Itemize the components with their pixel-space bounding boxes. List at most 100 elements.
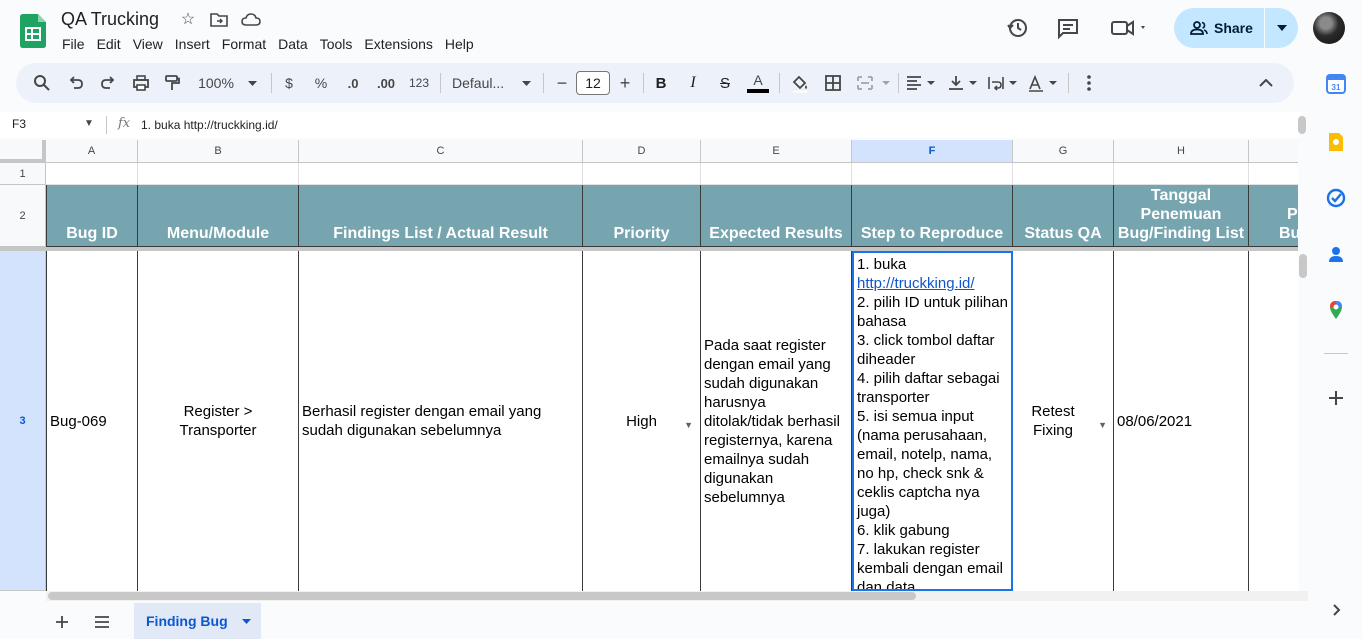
cell-f1[interactable] (852, 163, 1013, 185)
menu-edit[interactable]: Edit (91, 35, 127, 55)
sheet-tab-menu-icon[interactable] (241, 618, 251, 624)
cell-i1[interactable] (1249, 163, 1298, 185)
header-step-to-reproduce[interactable]: Step to Reproduce (852, 185, 1013, 247)
decrease-font-size-button[interactable]: − (553, 63, 571, 103)
tasks-icon[interactable] (1326, 188, 1346, 208)
font-dropdown-icon[interactable] (519, 63, 533, 103)
menu-insert[interactable]: Insert (169, 35, 216, 55)
column-header-e[interactable]: E (701, 140, 852, 163)
text-rotation-icon[interactable] (1026, 63, 1062, 103)
cell-e1[interactable] (701, 163, 852, 185)
zoom-dropdown-icon[interactable] (245, 63, 259, 103)
cell-bug-id[interactable]: Bug-069 (46, 251, 138, 591)
calendar-icon[interactable]: 31 (1326, 74, 1346, 94)
avatar[interactable] (1313, 12, 1345, 44)
sheet-tab-finding-bug[interactable]: Finding Bug (134, 603, 261, 639)
vertical-scroll-thumb-frozen[interactable] (1298, 116, 1306, 134)
name-box[interactable]: F3 (12, 117, 26, 131)
column-header-b[interactable]: B (138, 140, 299, 163)
menu-view[interactable]: View (127, 35, 169, 55)
share-main[interactable]: Share (1174, 8, 1264, 48)
row-header-3[interactable]: 3 (0, 251, 46, 591)
truckking-link[interactable]: http://truckking.id/ (857, 274, 1008, 293)
column-header-a[interactable]: A (46, 140, 138, 163)
cell-a1[interactable] (46, 163, 138, 185)
all-sheets-icon[interactable] (93, 614, 111, 630)
redo-icon[interactable] (96, 63, 120, 103)
formula-input[interactable]: 1. buka http://truckking.id/ (141, 118, 278, 132)
row-header-1[interactable]: 1 (0, 163, 46, 185)
contacts-icon[interactable] (1326, 244, 1346, 264)
comments-icon[interactable] (1056, 16, 1080, 40)
menu-extensions[interactable]: Extensions (358, 35, 438, 55)
undo-icon[interactable] (64, 63, 88, 103)
currency-format-button[interactable]: $ (279, 63, 299, 103)
font-select[interactable]: Defaul... (452, 63, 516, 103)
header-menu-module[interactable]: Menu/Module (138, 185, 299, 247)
cloud-saved-icon[interactable] (241, 11, 261, 29)
cell-c1[interactable] (299, 163, 583, 185)
header-partial[interactable]: Pe Bug/ (1249, 185, 1298, 247)
column-header-d[interactable]: D (583, 140, 701, 163)
keep-icon[interactable] (1326, 132, 1346, 152)
header-tanggal[interactable]: Tanggal Penemuan Bug/Finding List (1114, 185, 1249, 247)
borders-icon[interactable] (821, 63, 845, 103)
menu-help[interactable]: Help (439, 35, 480, 55)
document-title[interactable]: QA Trucking (61, 9, 159, 30)
meet-camera-icon[interactable] (1110, 16, 1150, 40)
increase-font-size-button[interactable]: + (616, 63, 634, 103)
text-wrapping-icon[interactable] (986, 63, 1022, 103)
cell-status-qa[interactable]: Retest Fixing ▼ (1013, 251, 1114, 591)
cell-tanggal[interactable]: 08/06/2021 (1114, 251, 1249, 591)
print-icon[interactable] (129, 63, 153, 103)
column-header-h[interactable]: H (1114, 140, 1249, 163)
star-icon[interactable]: ☆ (178, 11, 198, 29)
increase-decimal-button[interactable]: .00 (371, 63, 401, 103)
cell-d1[interactable] (583, 163, 701, 185)
decrease-decimal-button[interactable]: .0 (339, 63, 367, 103)
horizontal-scroll-thumb[interactable] (48, 592, 916, 600)
version-history-icon[interactable] (1006, 16, 1030, 40)
add-sheet-icon[interactable] (54, 614, 70, 630)
text-color-button[interactable]: A (746, 63, 770, 103)
cell-steps-selected[interactable]: 1. buka http://truckking.id/ 2. pilih ID… (852, 251, 1013, 591)
maps-icon[interactable] (1326, 300, 1346, 320)
percent-format-button[interactable]: % (311, 63, 331, 103)
cell-priority[interactable]: High ▼ (583, 251, 701, 591)
cell-b1[interactable] (138, 163, 299, 185)
header-expected-results[interactable]: Expected Results (701, 185, 852, 247)
vertical-align-icon[interactable] (946, 63, 982, 103)
cell-menu-module[interactable]: Register > Transporter (138, 251, 299, 591)
font-size-input[interactable]: 12 (576, 71, 610, 95)
move-folder-icon[interactable] (209, 11, 229, 29)
menu-tools[interactable]: Tools (314, 35, 359, 55)
row-header-2[interactable]: 2 (0, 185, 46, 247)
bold-button[interactable]: B (652, 63, 670, 103)
vertical-scroll-thumb[interactable] (1299, 254, 1307, 278)
search-menus-icon[interactable] (30, 63, 54, 103)
header-bug-id[interactable]: Bug ID (46, 185, 138, 247)
name-box-dropdown-icon[interactable]: ▼ (84, 118, 94, 129)
header-findings[interactable]: Findings List / Actual Result (299, 185, 583, 247)
paint-format-icon[interactable] (160, 63, 184, 103)
column-header-f[interactable]: F (852, 140, 1013, 163)
horizontal-align-icon[interactable] (904, 63, 940, 103)
more-formats-button[interactable]: 123 (406, 63, 432, 103)
share-options-icon[interactable] (1265, 25, 1298, 31)
more-options-icon[interactable] (1079, 63, 1099, 103)
header-priority[interactable]: Priority (583, 185, 701, 247)
menu-format[interactable]: Format (216, 35, 272, 55)
header-status-qa[interactable]: Status QA (1013, 185, 1114, 247)
add-addon-icon[interactable] (1326, 388, 1346, 408)
sheets-logo-icon[interactable] (20, 14, 46, 48)
column-header-c[interactable]: C (299, 140, 583, 163)
strikethrough-button[interactable]: S (716, 63, 734, 103)
cell-findings[interactable]: Berhasil register dengan email yang suda… (299, 251, 583, 591)
merge-cells-icon[interactable] (854, 63, 894, 103)
zoom-select[interactable]: 100% (194, 63, 238, 103)
status-dropdown-icon[interactable]: ▼ (1098, 416, 1107, 435)
collapse-menus-icon[interactable] (1256, 63, 1276, 103)
cell-i3[interactable] (1249, 251, 1298, 591)
cell-g1[interactable] (1013, 163, 1114, 185)
select-all-corner[interactable] (0, 140, 46, 163)
